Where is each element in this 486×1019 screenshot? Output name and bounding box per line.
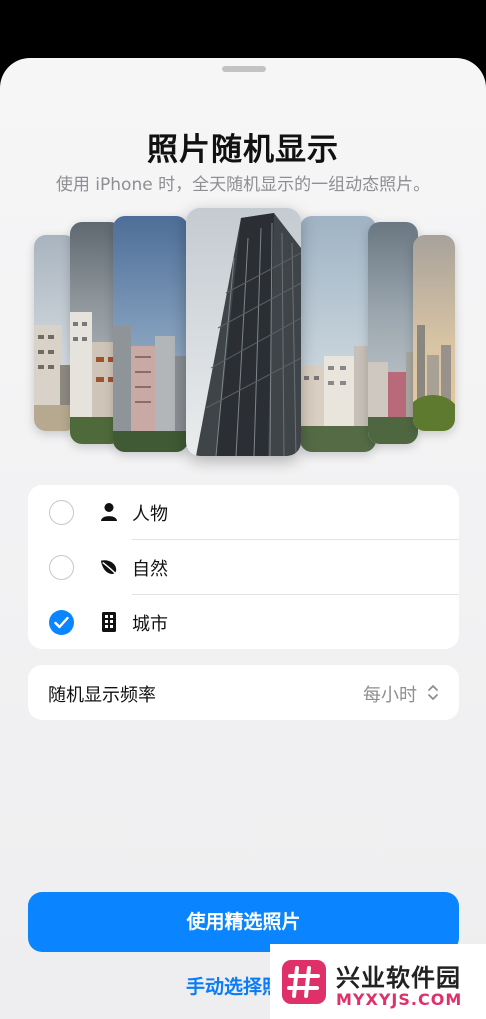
radio-unchecked-icon[interactable]: [49, 500, 74, 525]
watermark: 兴业软件园 MYXYJS.COM: [270, 944, 486, 1019]
photo-card-sunset-city: [413, 235, 455, 431]
sheet-grabber[interactable]: [222, 66, 266, 72]
radio-unchecked-icon[interactable]: [49, 555, 74, 580]
shuffle-frequency-row[interactable]: 随机显示频率 每小时: [28, 665, 459, 720]
frequency-label: 随机显示频率: [48, 685, 156, 706]
watermark-logo: [282, 960, 326, 1004]
use-featured-photos-button[interactable]: 使用精选照片: [28, 892, 459, 952]
wallpaper-setup-sheet: 照片随机显示 使用 iPhone 时，全天随机显示的一组动态照片。 人物 自然 …: [0, 58, 486, 1019]
photo-card-blue-sky-towers: [113, 216, 188, 452]
photo-card-skyscraper: [186, 208, 301, 456]
photo-card-stormy-city: [368, 222, 418, 444]
option-label: 自然: [132, 559, 168, 580]
watermark-url: MYXYJS.COM: [336, 990, 463, 1009]
option-label: 城市: [132, 614, 168, 635]
leaf-icon: [100, 560, 117, 575]
category-options-group: 人物 自然 城市: [28, 485, 459, 649]
building-icon: [102, 612, 116, 632]
option-row-nature[interactable]: 自然: [28, 540, 459, 595]
person-icon: [101, 503, 117, 521]
frequency-value[interactable]: 每小时: [363, 681, 417, 707]
option-label: 人物: [132, 504, 168, 525]
option-row-people[interactable]: 人物: [28, 485, 459, 540]
photo-card-overcast-towers: [300, 216, 376, 452]
watermark-title: 兴业软件园: [336, 964, 461, 992]
chevron-up-down-icon[interactable]: [427, 684, 439, 701]
option-row-city[interactable]: 城市: [28, 595, 459, 650]
radio-checked-icon[interactable]: [49, 610, 74, 635]
sheet-title: 照片随机显示: [147, 132, 339, 168]
sheet-subtitle: 使用 iPhone 时，全天随机显示的一组动态照片。: [55, 175, 431, 195]
